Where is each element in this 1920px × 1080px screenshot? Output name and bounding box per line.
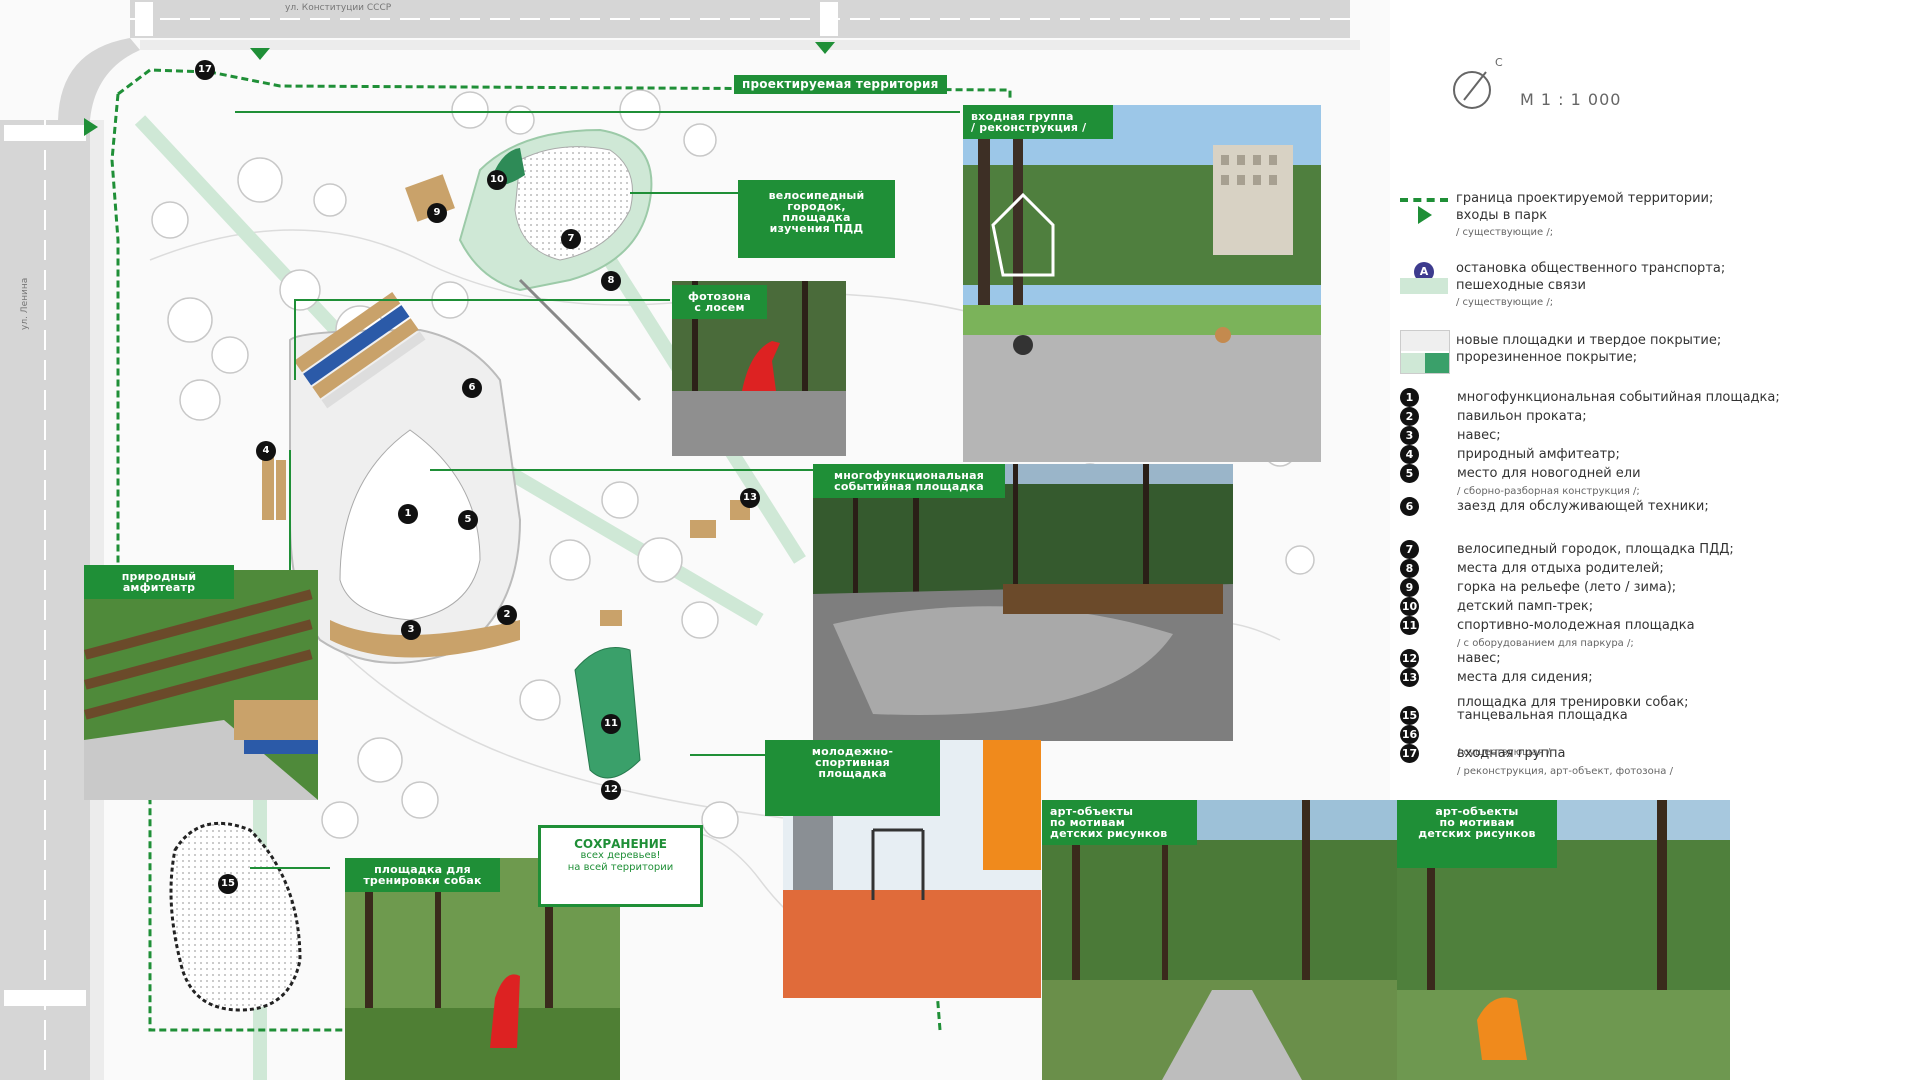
- note-line-2: на всей территории: [567, 862, 674, 873]
- legend-boundary: граница проектируемой территории; входы в…: [1456, 191, 1714, 238]
- legend-text: танцевальная площадка: [1457, 708, 1628, 723]
- legend-number: 2: [1400, 407, 1419, 426]
- label-velo: велосипедный городок, площадка изучения ПДД: [738, 180, 895, 258]
- map-pin[interactable]: 5: [458, 510, 478, 530]
- bus-stop-icon: А: [1400, 262, 1448, 294]
- legend-text: горка на рельефе (лето / зима);: [1457, 580, 1677, 595]
- legend-text: навес;: [1457, 651, 1501, 666]
- legend-item: 8 места для отдыха родителей;: [1400, 559, 1664, 578]
- legend-text: детский памп-трек;: [1457, 599, 1594, 614]
- legend-number: 5: [1400, 464, 1419, 483]
- legend-text: места для отдыха родителей;: [1457, 561, 1664, 576]
- label-youth: молодежно-спортивная площадка: [765, 740, 940, 816]
- legend-text: спортивно-молодежная площадка: [1457, 618, 1695, 633]
- map-pin[interactable]: 6: [462, 378, 482, 398]
- legend-text: места для сидения;: [1457, 670, 1593, 685]
- label-multi: многофункциональная событийная площадка: [813, 464, 1005, 498]
- legend-item: 4 природный амфитеатр;: [1400, 445, 1620, 464]
- legend-number: 16: [1400, 725, 1419, 744]
- legend-number: 8: [1400, 559, 1419, 578]
- legend-number: 11: [1400, 616, 1419, 635]
- legend-item: 12 навес;: [1400, 649, 1501, 668]
- map-pin[interactable]: 9: [427, 203, 447, 223]
- legend-item: 11 спортивно-молодежная площадка / с обору…: [1400, 616, 1695, 652]
- legend-number: 1: [1400, 388, 1419, 407]
- photo-amphi: [84, 570, 318, 800]
- legend-number: 15: [1400, 706, 1419, 725]
- label-entrance: входная группа / реконструкция /: [963, 105, 1113, 139]
- legend-item: 17 входная группа / реконструкция, арт-объ…: [1400, 744, 1673, 780]
- note-line-1: всех деревьев!: [580, 850, 661, 861]
- scale-text: М 1 : 1 000: [1520, 90, 1622, 109]
- legend-number: 4: [1400, 445, 1419, 464]
- legend-item: 3 навес;: [1400, 426, 1501, 445]
- legend-number: 12: [1400, 649, 1419, 668]
- map-pin[interactable]: 10: [487, 170, 507, 190]
- map-pin[interactable]: 17: [195, 60, 215, 80]
- legend-number: 6: [1400, 497, 1419, 516]
- entrance-arrow-icon: [1418, 206, 1432, 224]
- legend-item: 15 танцевальная площадка: [1400, 706, 1628, 725]
- legend-text: входная группа: [1457, 746, 1566, 761]
- legend-text: навес;: [1457, 428, 1501, 443]
- legend-text: многофункциональная событийная площадка;: [1457, 390, 1780, 405]
- street-left-label: ул. Ленина: [20, 277, 30, 330]
- legend-item: 7 велосипедный городок, площадка ПДД;: [1400, 540, 1734, 559]
- map-pin[interactable]: 11: [601, 714, 621, 734]
- note-tree-preservation: СОХРАНЕНИЕ всех деревьев! на всей террит…: [538, 825, 703, 907]
- boundary-swatch: [1400, 198, 1448, 202]
- compass-icon: [1450, 62, 1500, 116]
- legend-item: 13 места для сидения;: [1400, 668, 1593, 687]
- legend-item: 9 горка на рельефе (лето / зима);: [1400, 578, 1676, 597]
- territory-label: проектируемая территория: [734, 75, 947, 94]
- legend-panel: С М 1 : 1 000 граница проектируемой терр…: [1390, 0, 1920, 1080]
- legend-number: 3: [1400, 426, 1419, 445]
- legend-number: 9: [1400, 578, 1419, 597]
- legend-text: природный амфитеатр;: [1457, 447, 1620, 462]
- legend-subtext: / реконструкция, арт-объект, фотозона /: [1457, 766, 1673, 777]
- map-pin[interactable]: 3: [401, 620, 421, 640]
- map-pin[interactable]: 2: [497, 605, 517, 625]
- label-amphi: природный амфитеатр: [84, 565, 234, 599]
- street-top-label: ул. Конституции СССР: [285, 3, 392, 13]
- legend-number: 13: [1400, 668, 1419, 687]
- map-pin[interactable]: 13: [740, 488, 760, 508]
- legend-text: место для новогодней ели: [1457, 466, 1641, 481]
- legend-number: 10: [1400, 597, 1419, 616]
- master-plan: ул. Конституции СССР ул. Ленина проектир…: [0, 0, 1920, 1080]
- legend-number: 7: [1400, 540, 1419, 559]
- map-pin[interactable]: 12: [601, 780, 621, 800]
- label-dogs: площадка для тренировки собак: [345, 858, 500, 892]
- photo-multi: [813, 464, 1233, 741]
- map-pin[interactable]: 4: [256, 441, 276, 461]
- map-pin[interactable]: 7: [561, 229, 581, 249]
- legend-text: заезд для обслуживающей техники;: [1457, 499, 1709, 514]
- photo-entrance: [963, 105, 1321, 462]
- legend-item: 5 место для новогодней ели / сборно-разбор…: [1400, 464, 1641, 500]
- legend-number: 17: [1400, 744, 1419, 763]
- note-title: СОХРАНЕНИЕ: [574, 837, 667, 851]
- legend-text: велосипедный городок, площадка ПДД;: [1457, 542, 1734, 557]
- label-photozone: фотозона с лосем: [672, 285, 767, 319]
- legend-item: 1 многофункциональная событийная площадка…: [1400, 388, 1780, 407]
- legend-surface: новые площадки и твердое покрытие; прорез…: [1456, 333, 1722, 365]
- map-pin[interactable]: 1: [398, 504, 418, 524]
- surface-swatch: [1400, 330, 1450, 374]
- map-pin[interactable]: 8: [601, 271, 621, 291]
- legend-text: павильон проката;: [1457, 409, 1587, 424]
- label-art-1: арт-объекты по мотивам детских рисунков: [1042, 800, 1197, 845]
- legend-item: 10 детский памп-трек;: [1400, 597, 1593, 616]
- legend-item: 6 заезд для обслуживающей техники;: [1400, 497, 1709, 516]
- legend-item: 2 павильон проката;: [1400, 407, 1587, 426]
- compass-north: С: [1495, 56, 1503, 69]
- legend-transport: остановка общественного транспорта; пешех…: [1456, 261, 1726, 308]
- map-pin[interactable]: 15: [218, 874, 238, 894]
